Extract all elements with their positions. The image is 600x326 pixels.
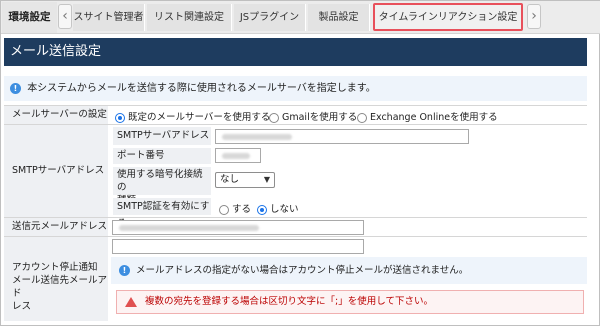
tab-bar: 環境設定 ‹ スサイト管理者 リスト関連設定 JSプラグイン 製品設定 タイムラ… (1, 1, 600, 34)
info-icon: ! (119, 265, 130, 276)
port-input[interactable] (215, 148, 261, 163)
smtp-auth-label: SMTP認証を有効にする (113, 198, 211, 229)
radio-auth-yes[interactable] (219, 204, 229, 215)
smtp-label: SMTPサーバアドレス (4, 125, 108, 217)
warning-icon (125, 296, 137, 307)
radio-auth-no[interactable] (257, 204, 267, 215)
tab-product-settings[interactable]: 製品設定 (308, 4, 370, 31)
tab-list-settings[interactable]: リスト関連設定 (147, 4, 232, 31)
section-title: メール送信設定 (4, 38, 587, 66)
chevron-left-icon[interactable]: ‹ (58, 4, 72, 29)
info-message: ! 本システムからメールを送信する際に使用されるメールサーバを指定します。 (4, 76, 587, 101)
stop-notice-label-line: メール送信先メールアド (12, 275, 108, 299)
stop-notice-info-text: メールアドレスの指定がない場合はアカウント停止メールが送信されません。 (136, 265, 469, 276)
stop-notice-info: ! メールアドレスの指定がない場合はアカウント停止メールが送信されません。 (111, 257, 587, 284)
smtp-address-input[interactable] (215, 129, 469, 144)
tab-js-plugin[interactable]: JSプラグイン (234, 4, 306, 31)
smtp-address-label: SMTPサーバアドレス (113, 127, 211, 145)
chevron-right-icon[interactable]: › (527, 4, 541, 29)
option-label: Exchange Onlineを使用する (370, 112, 498, 123)
option-exchange-online[interactable]: Exchange Onlineを使用する (357, 109, 498, 123)
radio-gmail[interactable] (269, 112, 279, 123)
radio-exchange-online[interactable] (357, 112, 367, 123)
option-gmail[interactable]: Gmailを使用する (269, 109, 357, 123)
option-label: Gmailを使用する (282, 112, 358, 123)
sender-address-label: 送信元メールアドレス (4, 218, 108, 236)
stop-notice-label-line: レス (12, 301, 32, 312)
select-caret-icon: ▼ (263, 175, 270, 184)
stop-notice-label: アカウント停止通知 メール送信先メールアド レス (4, 237, 108, 321)
option-label: しない (270, 204, 299, 215)
tab-timeline-reaction-settings[interactable]: タイムラインリアクション設定 (373, 3, 523, 31)
option-label: する (232, 204, 252, 215)
info-icon: ! (10, 82, 21, 94)
mail-server-label: メールサーバーの設定 (4, 106, 108, 124)
encryption-selected-value: なし (220, 174, 240, 185)
encryption-label: 使用する暗号化接続の 種類 (113, 167, 211, 206)
radio-default-server[interactable] (115, 112, 125, 123)
sender-address-input[interactable] (112, 220, 364, 235)
tab-environment-settings[interactable]: 環境設定 (2, 2, 57, 33)
port-label: ポート番号 (113, 148, 211, 164)
option-default-server[interactable]: 既定のメールサーバーを使用する (115, 109, 270, 123)
settings-window: 環境設定 ‹ スサイト管理者 リスト関連設定 JSプラグイン 製品設定 タイムラ… (0, 0, 600, 326)
redacted-value (119, 225, 259, 231)
option-auth-no[interactable]: しない (257, 201, 299, 215)
info-text: 本システムからメールを送信する際に使用されるメールサーバを指定します。 (27, 83, 376, 94)
encryption-select[interactable]: なし ▼ (215, 172, 275, 188)
stop-notice-label-line: アカウント停止通知 (12, 262, 98, 273)
stop-notice-email-input[interactable] (112, 239, 364, 254)
separator-warning: 複数の宛先を登録する場合は区切り文字に「;」を使用して下さい。 (116, 290, 584, 314)
warning-text: 複数の宛先を登録する場合は区切り文字に「;」を使用して下さい。 (145, 296, 433, 307)
option-auth-yes[interactable]: する (219, 201, 251, 215)
tab-site-admin[interactable]: スサイト管理者 (73, 4, 145, 31)
option-label: 既定のメールサーバーを使用する (128, 112, 271, 123)
redacted-value (222, 134, 292, 140)
redacted-value (222, 153, 250, 159)
encryption-label-line: 使用する暗号化接続の (117, 169, 203, 193)
